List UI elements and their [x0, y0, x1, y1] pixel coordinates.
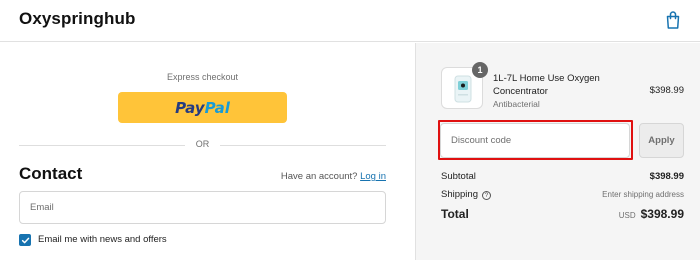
product-variant: Antibacterial: [493, 99, 540, 109]
express-checkout-label: Express checkout: [166, 72, 239, 82]
shipping-row: Shipping? Enter shipping address: [441, 189, 684, 200]
or-separator: OR: [195, 139, 210, 149]
quantity-badge: 1: [472, 62, 488, 78]
product-name: 1L-7L Home Use Oxygen Concentrator: [493, 73, 600, 97]
newsletter-checkbox[interactable]: [19, 234, 31, 246]
order-summary: 1 1L-7L Home Use Oxygen Concentrator Ant…: [415, 43, 700, 260]
subtotal-row: Subtotal $398.99: [441, 171, 684, 182]
paypal-logo: PayPal: [175, 98, 230, 117]
or-divider-right: [220, 145, 386, 146]
contact-heading: Contact: [19, 164, 83, 183]
apply-discount-button[interactable]: Apply: [639, 123, 684, 158]
total-row: Total USD $398.99: [441, 207, 684, 221]
account-prompt: Have an account? Log in: [281, 171, 386, 182]
total-value: $398.99: [640, 207, 684, 221]
email-field[interactable]: [19, 191, 386, 224]
discount-code-field[interactable]: [440, 123, 630, 158]
product-price: $398.99: [649, 85, 684, 96]
help-icon[interactable]: ?: [481, 191, 491, 200]
subtotal-value: $398.99: [649, 171, 684, 182]
checkout-main: Express checkout PayPal OR Contact Have …: [0, 43, 415, 260]
login-link[interactable]: Log in: [360, 171, 386, 182]
store-name[interactable]: Oxyspringhub: [19, 9, 135, 29]
shipping-value: Enter shipping address: [602, 190, 684, 199]
shipping-label: Shipping: [441, 189, 478, 200]
total-label: Total: [441, 207, 469, 221]
paypal-button[interactable]: PayPal: [118, 92, 287, 123]
newsletter-label[interactable]: Email me with news and offers: [38, 234, 167, 245]
header: Oxyspringhub: [0, 0, 700, 42]
total-amount: USD $398.99: [619, 207, 684, 221]
account-prompt-text: Have an account?: [280, 171, 358, 182]
shopping-bag-icon[interactable]: [665, 10, 681, 30]
subtotal-label: Subtotal: [441, 171, 476, 182]
shipping-label-wrap: Shipping?: [441, 189, 491, 200]
checkmark-icon: [21, 237, 29, 243]
currency-code: USD: [618, 211, 636, 220]
